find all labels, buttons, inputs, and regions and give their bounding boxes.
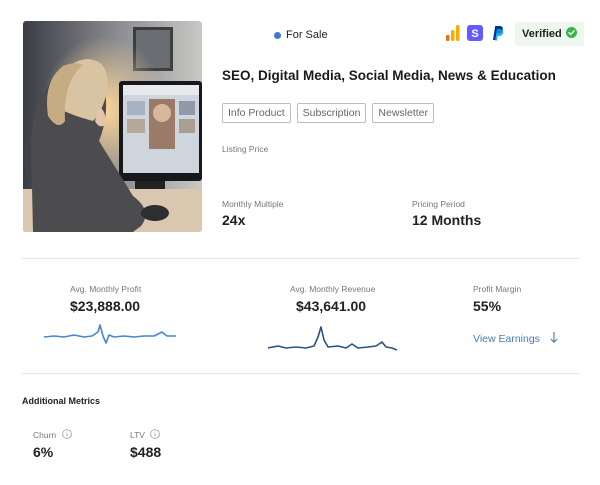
- arrow-down-icon: [550, 332, 558, 346]
- profit-margin-label: Profit Margin: [473, 284, 522, 294]
- info-icon[interactable]: [61, 429, 72, 439]
- pricing-period-label: Pricing Period: [412, 199, 465, 209]
- pricing-period-value: 12 Months: [412, 212, 482, 228]
- churn-label-row: Churn: [33, 429, 72, 440]
- ltv-label-row: LTV: [130, 429, 161, 440]
- profit-margin-value: 55%: [473, 298, 502, 314]
- tag-newsletter: Newsletter: [372, 103, 435, 123]
- info-icon[interactable]: [150, 429, 161, 439]
- status-label: For Sale: [286, 29, 328, 41]
- listing-image: [23, 21, 202, 232]
- tag-subscription: Subscription: [296, 103, 367, 123]
- profit-sparkline: [44, 324, 176, 344]
- ltv-label: LTV: [130, 430, 145, 440]
- status-dot-icon: [274, 31, 281, 39]
- revenue-sparkline: [268, 326, 398, 351]
- svg-text:S: S: [471, 28, 478, 40]
- view-earnings-label[interactable]: View Earnings: [473, 333, 540, 345]
- ltv-value: $488: [130, 444, 162, 460]
- churn-value: 6%: [33, 444, 54, 460]
- listing-price-label: Listing Price: [222, 144, 269, 154]
- avg-monthly-revenue-label: Avg. Monthly Revenue: [290, 284, 376, 294]
- divider: [22, 373, 580, 374]
- additional-metrics-title: Additional Metrics: [22, 396, 101, 406]
- stripe-icon: S: [467, 25, 483, 41]
- avg-monthly-profit-value: $23,888.00: [70, 298, 141, 314]
- analytics-icon: [445, 25, 461, 41]
- listing-title: SEO, Digital Media, Social Media, News &…: [222, 68, 556, 83]
- tag-info-product: Info Product: [222, 103, 291, 123]
- listing-tags: Info Product Subscription Newsletter: [222, 103, 435, 123]
- integration-icons: S: [445, 25, 505, 41]
- check-circle-icon: [565, 27, 577, 41]
- listing-status: For Sale: [274, 29, 328, 41]
- avg-monthly-revenue-value: $43,641.00: [296, 298, 367, 314]
- verified-badge: Verified: [515, 22, 584, 46]
- monthly-multiple-value: 24x: [222, 212, 246, 228]
- divider: [22, 258, 580, 259]
- avg-monthly-profit-label: Avg. Monthly Profit: [70, 284, 142, 294]
- view-earnings-link[interactable]: View Earnings: [473, 332, 558, 346]
- monthly-multiple-label: Monthly Multiple: [222, 199, 284, 209]
- paypal-icon: [489, 25, 505, 41]
- verified-label: Verified: [522, 28, 562, 40]
- churn-label: Churn: [33, 430, 57, 440]
